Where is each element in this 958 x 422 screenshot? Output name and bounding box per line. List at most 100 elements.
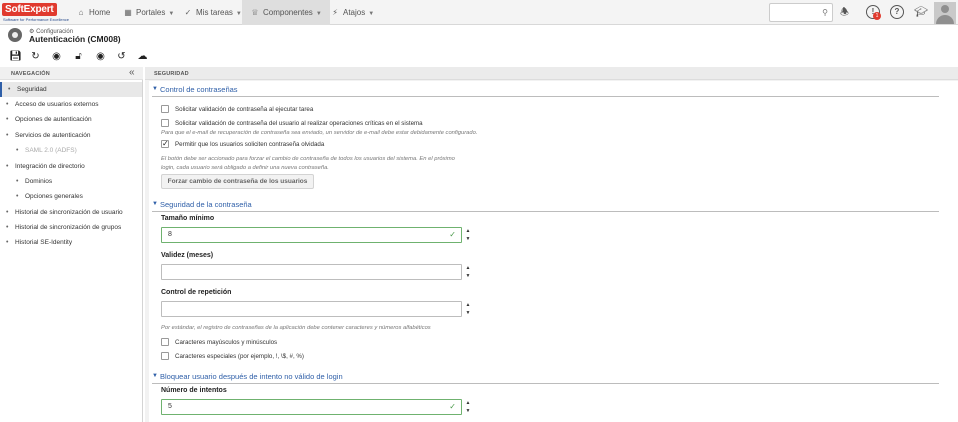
lockout-section[interactable]: ▼ Bloquear usuario después de intento no…: [152, 372, 947, 384]
lock-icon[interactable]: 🔓︎: [73, 51, 84, 62]
bullet-icon: •: [16, 178, 19, 185]
chevron-down-icon: ▼: [315, 11, 322, 17]
sidebar-header: NAVEGACIÓN «: [0, 67, 143, 80]
checkbox-label: Caracteres especiales (por ejemplo, !, \…: [175, 353, 304, 360]
min-size-stepper[interactable]: ▲ ▼: [464, 227, 472, 243]
checkbox-label: Caracteres mayúsculos y minúsculos: [175, 339, 278, 346]
validity-stepper[interactable]: ▲ ▼: [464, 264, 472, 280]
special-chars-checkbox[interactable]: [161, 352, 169, 360]
nav-mis-tareas[interactable]: ✓ Mis tareas ▼: [183, 0, 242, 25]
checkbox-label: Permitir que los usuarios soliciten cont…: [175, 141, 325, 148]
repetition-input[interactable]: [161, 301, 462, 317]
avatar[interactable]: [934, 2, 956, 24]
stepper-down-icon[interactable]: ▼: [464, 407, 472, 415]
min-size-input[interactable]: 8 ✓: [161, 227, 462, 243]
stepper-up-icon[interactable]: ▲: [464, 227, 472, 235]
validate-on-task-checkbox[interactable]: [161, 105, 169, 113]
refresh-icon[interactable]: ↺: [116, 51, 127, 62]
sidebar-item[interactable]: • Historial de sincronización de grupos: [0, 220, 142, 235]
bullet-icon: •: [16, 147, 19, 154]
chevron-down-icon: ▼: [235, 11, 242, 17]
sidebar-item-label: Integración de directorio: [15, 163, 85, 170]
validate-critical-ops-checkbox[interactable]: [161, 119, 169, 127]
sidebar-item[interactable]: • Integración de directorio: [0, 159, 142, 174]
bullet-icon: •: [6, 224, 9, 231]
bullet-icon: •: [6, 163, 9, 170]
bullet-icon: •: [8, 86, 11, 93]
password-control-section[interactable]: ▼ Control de contraseñas: [152, 85, 947, 97]
sync-settings-icon[interactable]: ↻: [30, 51, 41, 62]
chevron-down-icon: ▼: [168, 11, 175, 17]
search-icon[interactable]: ⚲: [822, 8, 828, 17]
cloud-sync-icon[interactable]: ☁: [137, 51, 148, 62]
navigation-sidebar: NAVEGACIÓN « • Seguridad • Acceso de usuari…: [0, 67, 143, 422]
attempts-stepper[interactable]: ▲ ▼: [464, 399, 472, 415]
main-content: SEGURIDAD ▼ Control de contraseñas Solic…: [145, 67, 958, 422]
sidebar-item[interactable]: • Servicios de autenticación: [0, 128, 142, 143]
section-title: Seguridad de la contraseña: [160, 200, 252, 209]
nav-componentes[interactable]: ♕ Componentes ▼: [242, 0, 330, 25]
notification-badge: 1: [873, 12, 881, 20]
attempts-label: Número de intentos: [161, 387, 227, 394]
sidebar-item[interactable]: • Opciones generales: [0, 189, 142, 204]
stepper-up-icon[interactable]: ▲: [464, 399, 472, 407]
logo-tagline: Software for Performance Excellence: [3, 17, 70, 22]
stepper-down-icon[interactable]: ▼: [464, 235, 472, 243]
sidebar-item[interactable]: • Historial de sincronización de usuario: [0, 205, 142, 220]
sidebar-item[interactable]: • Seguridad: [0, 82, 142, 97]
help-icon[interactable]: ?: [890, 5, 904, 19]
sidebar-item[interactable]: • Dominios: [0, 174, 142, 189]
settings-form: ▼ Control de contraseñas Solicitar valid…: [149, 81, 958, 422]
home-icon: ⌂: [78, 8, 84, 17]
top-navigation-bar: SoftExpert Software for Performance Exce…: [0, 0, 958, 25]
sidebar-item-label: Opciones generales: [25, 193, 83, 200]
stepper-up-icon[interactable]: ▲: [464, 264, 472, 272]
password-security-section[interactable]: ▼ Seguridad de la contraseña: [152, 200, 947, 212]
complexity-hint: Por estándar, el registro de contraseñas…: [161, 325, 431, 331]
section-title: Bloquear usuario después de intento no v…: [160, 372, 343, 381]
stepper-down-icon[interactable]: ▼: [464, 309, 472, 317]
sidebar-item-label: Servicios de autenticación: [15, 132, 91, 139]
valid-check-icon: ✓: [449, 230, 456, 239]
bolt-icon: ⚡︎: [332, 8, 338, 17]
stepper-down-icon[interactable]: ▼: [464, 272, 472, 280]
bullet-icon: •: [6, 132, 9, 139]
attempts-input[interactable]: 5 ✓: [161, 399, 462, 415]
bell-icon[interactable]: 🕭︎: [840, 5, 849, 22]
nav-portales[interactable]: ▦ Portales ▼: [123, 0, 174, 25]
force-password-change-button[interactable]: Forzar cambio de contraseña de los usuar…: [161, 174, 314, 189]
force-change-hint-2: login, cada usuario será obligado a defi…: [161, 165, 329, 171]
search-input[interactable]: ⚲: [769, 3, 833, 22]
grid-icon: ▦: [124, 8, 132, 17]
section-header-title: SEGURIDAD: [154, 71, 189, 77]
validity-input[interactable]: [161, 264, 462, 280]
stepper-up-icon[interactable]: ▲: [464, 301, 472, 309]
collapse-caret-icon: ▼: [152, 86, 158, 92]
sidebar-title: NAVEGACIÓN: [11, 71, 50, 77]
forgot-password-checkbox[interactable]: [161, 139, 169, 148]
nav-home[interactable]: ⌂ Home: [76, 0, 111, 25]
sidebar-item-label: Acceso de usuarios externos: [15, 101, 99, 108]
softexpert-logo[interactable]: SoftExpert Software for Performance Exce…: [2, 3, 69, 23]
collapse-caret-icon: ▼: [152, 373, 158, 379]
collapse-icon[interactable]: «: [129, 67, 135, 79]
sidebar-item[interactable]: • Acceso de usuarios externos: [0, 97, 142, 112]
sidebar-item[interactable]: • Opciones de autenticación: [0, 112, 142, 127]
view-icon[interactable]: ◉: [51, 51, 62, 62]
graduation-cap-icon[interactable]: 🎓︎: [914, 5, 928, 18]
force-change-hint: El botón debe ser accionado para forzar …: [161, 156, 455, 162]
sidebar-item-label: Seguridad: [17, 86, 47, 93]
save-icon[interactable]: 💾︎: [9, 51, 22, 62]
mixed-case-checkbox[interactable]: [161, 338, 169, 346]
valid-check-icon: ✓: [449, 402, 456, 411]
collapse-caret-icon: ▼: [152, 201, 158, 207]
bullet-icon: •: [16, 193, 19, 200]
shield-icon[interactable]: ◉: [95, 51, 106, 62]
sidebar-item[interactable]: • Historial SE-Identity: [0, 235, 142, 250]
repetition-stepper[interactable]: ▲ ▼: [464, 301, 472, 317]
nav-atajos[interactable]: ⚡︎ Atajos ▼: [330, 0, 374, 25]
sidebar-item-label: Dominios: [25, 178, 53, 185]
logo-wordmark: SoftExpert: [2, 3, 57, 16]
sidebar-item[interactable]: • SAML 2.0 (ADFS): [0, 143, 142, 158]
chevron-down-icon: ▼: [368, 11, 375, 17]
